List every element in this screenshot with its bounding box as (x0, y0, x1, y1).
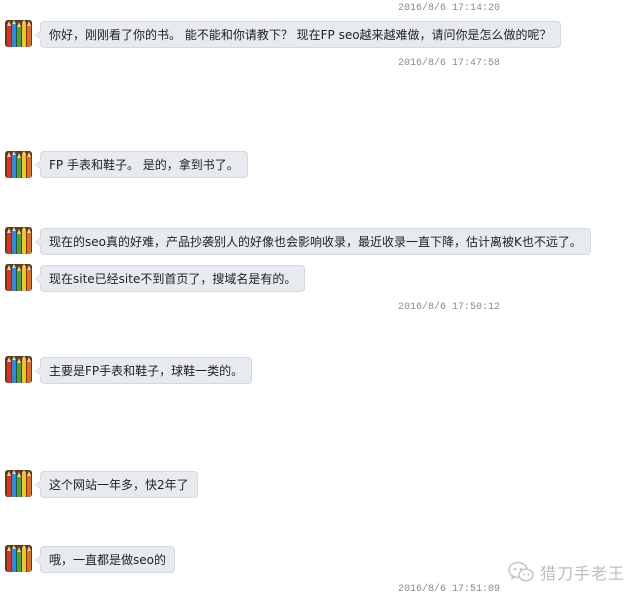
chat-message-bubble[interactable]: 现在的seo真的好难，产品抄袭别人的好像也会影响收录，最近收录一直下降，估计离被… (35, 228, 591, 255)
pencils-avatar-icon (5, 264, 32, 291)
chat-message-bubble[interactable]: 你好，刚刚看了你的书。 能不能和你请教下？ 现在FP seo越来越难做，请问你是… (35, 21, 561, 48)
wechat-icon (508, 561, 534, 582)
pencils-avatar-icon (5, 470, 32, 497)
chat-history: 2016/8/6 17:14:20 你好，刚刚看了你的书。 能不能和你请教下？ … (0, 0, 640, 603)
chat-message-bubble[interactable]: 主要是FP手表和鞋子，球鞋一类的。 (34, 357, 253, 384)
avatar[interactable] (5, 470, 32, 497)
chat-message-bubble[interactable]: FP 手表和鞋子。 是的，拿到书了。 (35, 151, 248, 178)
avatar[interactable] (5, 20, 32, 47)
avatar[interactable] (5, 264, 32, 291)
pencils-avatar-icon (5, 151, 32, 178)
avatar[interactable] (5, 356, 32, 383)
message-timestamp: 2016/8/6 17:50:12 (398, 302, 501, 313)
account-watermark: 猎刀手老王 (508, 559, 636, 585)
pencils-avatar-icon (5, 356, 32, 383)
message-timestamp: 2016/8/6 17:14:20 (398, 3, 501, 14)
chat-message-bubble[interactable]: 哦，一直都是做seo的 (35, 546, 175, 573)
pencils-avatar-icon (5, 227, 32, 254)
message-timestamp: 2016/8/6 17:51:09 (398, 584, 501, 595)
avatar[interactable] (5, 227, 32, 254)
pencils-avatar-icon (5, 20, 32, 47)
message-timestamp: 2016/8/6 17:47:58 (398, 58, 501, 69)
avatar[interactable] (5, 151, 32, 178)
chat-message-bubble[interactable]: 现在site已经site不到首页了，搜域名是有的。 (34, 265, 306, 292)
avatar[interactable] (5, 545, 32, 572)
pencils-avatar-icon (5, 545, 32, 572)
watermark-text: 猎刀手老王 (540, 564, 626, 583)
chat-message-bubble[interactable]: 这个网站一年多，快2年了 (35, 471, 198, 498)
